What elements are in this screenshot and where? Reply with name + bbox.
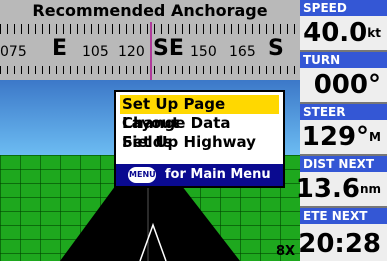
speed-unit: kt [367, 26, 381, 40]
field-speed-label: SPEED [300, 0, 387, 16]
compass-label-se: SE [153, 36, 184, 61]
field-turn-value: 000° [314, 70, 381, 100]
field-ete-next-value: 20:28 [298, 229, 381, 259]
field-steer-value: 129°M [302, 122, 381, 152]
compass-ticks-bottom [0, 66, 300, 74]
field-dist-next[interactable]: DIST NEXT 13.6nm [296, 156, 387, 208]
dist-next-value-text: 13.6 [295, 174, 360, 204]
speed-value-text: 40.0 [303, 18, 368, 48]
menu-item-set-up-page-layout[interactable]: Set Up Page Layout [120, 95, 279, 132]
field-turn-label: TURN [300, 52, 387, 68]
field-speed[interactable]: SPEED 40.0kt [300, 0, 387, 52]
data-fields-panel: SPEED 40.0kt TURN 000° STEER 129°M DIST … [296, 0, 387, 261]
turn-value-text: 000° [313, 70, 381, 100]
field-steer-label: STEER [300, 104, 387, 120]
compass-label-165: 165 [229, 44, 256, 60]
menu-item-set-up-highway[interactable]: Set Up Highway [120, 133, 279, 152]
menu-footer-text: for Main Menu [164, 167, 271, 182]
menu-footer: MENU for Main Menu [116, 164, 283, 186]
menu-key-icon: MENU [128, 166, 157, 183]
compass-label-075: 075 [0, 44, 27, 60]
compass-label-120: 120 [118, 44, 145, 60]
ete-next-value-text: 20:28 [298, 229, 381, 259]
compass-label-150: 150 [190, 44, 217, 60]
field-steer[interactable]: STEER 129°M [300, 104, 387, 156]
compass-label-105: 105 [82, 44, 109, 60]
field-ete-next[interactable]: ETE NEXT 20:28 [298, 208, 387, 261]
compass-tape: 075 E 105 120 SE 150 165 S [0, 22, 300, 80]
highway-page: Recommended Anchorage 075 E 105 120 SE 1… [0, 0, 300, 261]
steer-value-text: 129° [301, 122, 370, 152]
options-menu: Set Up Page Layout Change Data Fields Se… [114, 90, 285, 188]
dist-next-unit: nm [359, 182, 381, 196]
field-turn[interactable]: TURN 000° [300, 52, 387, 104]
steer-unit: M [369, 130, 381, 144]
compass-label-s: S [268, 36, 284, 61]
page-title: Recommended Anchorage [0, 0, 300, 22]
field-dist-next-value: 13.6nm [296, 174, 381, 204]
compass-label-e: E [52, 36, 68, 61]
gps-screen: Recommended Anchorage 075 E 105 120 SE 1… [0, 0, 387, 261]
field-ete-next-label: ETE NEXT [300, 208, 387, 224]
zoom-level: 8X [276, 244, 296, 259]
menu-item-change-data-fields[interactable]: Change Data Fields [120, 114, 279, 151]
field-speed-value: 40.0kt [303, 18, 381, 48]
field-dist-next-label: DIST NEXT [300, 156, 387, 172]
